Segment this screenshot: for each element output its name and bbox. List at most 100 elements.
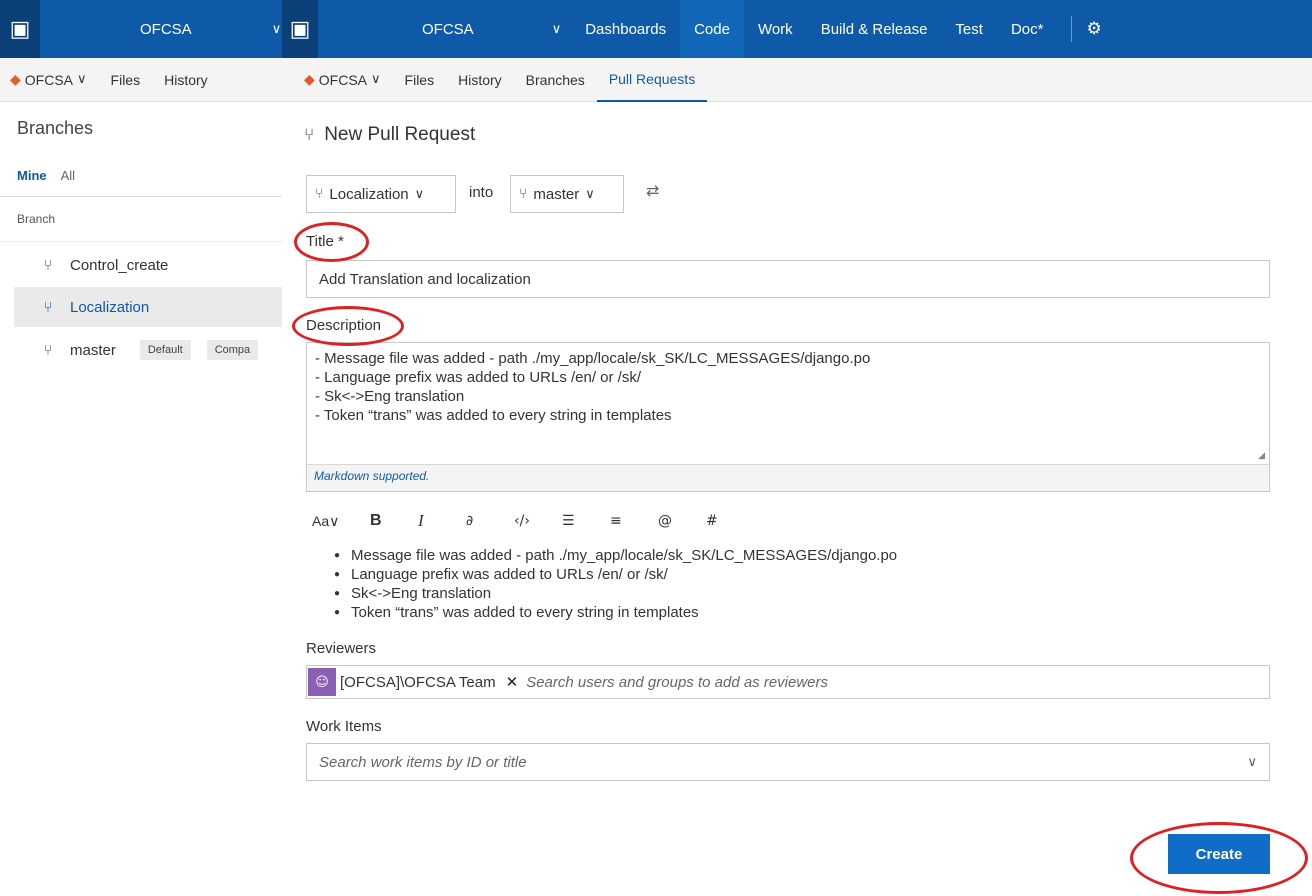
resize-grip-icon[interactable]: ◢ bbox=[1258, 451, 1265, 461]
settings-gear-icon[interactable]: ⚙ bbox=[1086, 19, 1101, 39]
repo-name: OFCSA bbox=[24, 71, 74, 88]
italic-button[interactable]: I bbox=[418, 509, 466, 533]
markdown-preview: ● Message file was added - path ./my_app/… bbox=[334, 546, 897, 622]
link-icon[interactable]: ∂ bbox=[466, 509, 514, 533]
numbered-list-icon[interactable]: ≡ bbox=[610, 509, 658, 533]
target-branch-name: master bbox=[533, 185, 580, 203]
description-line: - Sk<->Eng translation bbox=[315, 388, 465, 405]
background-window: ▣ OFCSA ∨ ◆ OFCSA ∨ Files History Branch… bbox=[0, 0, 282, 896]
compare-badge: Compa bbox=[206, 340, 259, 360]
hub-work[interactable]: Work bbox=[744, 0, 807, 58]
subnav-files[interactable]: Files bbox=[393, 58, 447, 102]
list-item: ● Sk<->Eng translation bbox=[334, 584, 897, 603]
source-branch-name: Localization bbox=[329, 185, 409, 203]
default-badge: Default bbox=[139, 340, 191, 360]
team-avatar-icon: ☺ bbox=[308, 668, 336, 696]
branch-icon: ⑂ bbox=[43, 256, 53, 274]
subnav-pull-requests[interactable]: Pull Requests bbox=[596, 58, 708, 102]
project-name[interactable]: OFCSA bbox=[422, 21, 474, 38]
chevron-down-icon[interactable]: ∨ bbox=[1247, 755, 1257, 770]
reviewers-label: Reviewers bbox=[306, 640, 377, 657]
branch-row-master[interactable]: ⑂ master Default Compa bbox=[14, 330, 282, 370]
bulleted-list-icon[interactable]: ☰ bbox=[562, 509, 610, 533]
chevron-down-icon: ∨ bbox=[371, 72, 381, 87]
list-item: ● Token “trans” was added to every string… bbox=[334, 603, 897, 622]
hub-doc[interactable]: Doc* bbox=[997, 0, 1058, 58]
hashtag-icon[interactable]: # bbox=[706, 509, 754, 533]
subnav-history[interactable]: History bbox=[446, 58, 514, 102]
hub-test[interactable]: Test bbox=[941, 0, 997, 58]
bullet-icon: ● bbox=[334, 607, 341, 618]
chevron-down-icon[interactable]: ∨ bbox=[552, 22, 562, 37]
subnav-branches[interactable]: Branches bbox=[514, 58, 597, 102]
code-icon[interactable]: ‹/› bbox=[514, 509, 562, 533]
swap-branches-icon[interactable]: ⇄ bbox=[646, 181, 659, 200]
list-item: ● Message file was added - path ./my_app/… bbox=[334, 546, 897, 565]
description-label: Description bbox=[306, 317, 382, 334]
reviewers-field: ☺ [OFCSA]\OFCSA Team ✕ bbox=[306, 665, 1270, 699]
branch-icon: ⑂ bbox=[43, 298, 53, 316]
list-item: ● Language prefix was added to URLs /en/ … bbox=[334, 565, 897, 584]
reviewers-search-input[interactable] bbox=[526, 673, 1127, 691]
work-items-search-input[interactable] bbox=[319, 753, 1119, 771]
main-window: ▣ OFCSA ∨ Dashboards Code Work Build & R… bbox=[282, 0, 1312, 896]
chevron-down-icon: ∨ bbox=[77, 72, 87, 87]
title-input[interactable] bbox=[306, 260, 1270, 298]
divider bbox=[0, 241, 282, 242]
hub-build-release[interactable]: Build & Release bbox=[807, 0, 942, 58]
title-label: Title * bbox=[306, 233, 344, 250]
pivot-mine[interactable]: Mine bbox=[17, 168, 47, 183]
description-line: - Message file was added - path ./my_app… bbox=[315, 350, 871, 367]
reviewer-chip: [OFCSA]\OFCSA Team bbox=[340, 673, 496, 691]
branch-pivot: Mine All bbox=[17, 168, 75, 183]
branch-row-localization[interactable]: ⑂ Localization bbox=[14, 287, 282, 327]
vsts-logo-icon[interactable]: ▣ bbox=[0, 0, 40, 58]
hub-code[interactable]: Code bbox=[680, 0, 744, 58]
into-label: into bbox=[469, 184, 494, 201]
divider bbox=[0, 196, 282, 197]
left-sub-nav: ◆ OFCSA ∨ Files History bbox=[0, 58, 282, 102]
remove-reviewer-icon[interactable]: ✕ bbox=[506, 673, 519, 691]
chevron-down-icon: ∨ bbox=[585, 186, 595, 202]
page-title: New Pull Request bbox=[324, 124, 476, 145]
list-item-text: Sk<->Eng translation bbox=[351, 585, 492, 602]
create-button[interactable]: Create bbox=[1168, 834, 1270, 874]
git-repo-icon: ◆ bbox=[304, 71, 315, 88]
project-name[interactable]: OFCSA bbox=[140, 21, 192, 38]
markdown-supported-link[interactable]: Markdown supported. bbox=[314, 469, 429, 483]
bullet-icon: ● bbox=[334, 550, 341, 561]
chevron-down-icon[interactable]: ∨ bbox=[272, 22, 282, 37]
branch-column-header: Branch bbox=[17, 212, 56, 226]
vsts-logo-icon[interactable]: ▣ bbox=[282, 0, 318, 58]
list-item-text: Language prefix was added to URLs /en/ o… bbox=[351, 566, 668, 583]
mention-icon[interactable]: @ bbox=[658, 509, 706, 533]
repo-dropdown[interactable]: ◆ OFCSA ∨ bbox=[0, 58, 99, 102]
subnav-files[interactable]: Files bbox=[99, 58, 153, 102]
branch-row-control-create[interactable]: ⑂ Control_create bbox=[14, 245, 282, 285]
list-item-text: Token “trans” was added to every string … bbox=[351, 604, 699, 621]
branch-icon: ⑂ bbox=[43, 341, 53, 359]
branch-icon: ⑂ bbox=[315, 186, 324, 202]
bold-button[interactable]: B bbox=[370, 509, 418, 533]
subnav-history[interactable]: History bbox=[152, 58, 220, 102]
page-title-row: ⑂ New Pull Request bbox=[304, 124, 475, 146]
chevron-down-icon: ∨ bbox=[414, 186, 425, 202]
description-line: - Language prefix was added to URLs /en/… bbox=[315, 369, 642, 386]
pivot-all[interactable]: All bbox=[61, 168, 75, 183]
branch-name: Control_create bbox=[70, 256, 169, 274]
description-textarea[interactable]: - Message file was added - path ./my_app… bbox=[307, 343, 1269, 465]
hub-dashboards[interactable]: Dashboards bbox=[571, 0, 680, 58]
list-item-text: Message file was added - path ./my_app/l… bbox=[351, 547, 898, 564]
work-items-label: Work Items bbox=[306, 718, 382, 735]
main-top-bar: ▣ OFCSA ∨ Dashboards Code Work Build & R… bbox=[282, 0, 1312, 58]
repo-dropdown[interactable]: ◆ OFCSA ∨ bbox=[282, 58, 393, 102]
git-repo-icon: ◆ bbox=[10, 71, 21, 88]
target-branch-dropdown[interactable]: ⑂ master ∨ bbox=[510, 175, 624, 213]
work-items-field: ∨ bbox=[306, 743, 1270, 781]
branches-title: Branches bbox=[17, 118, 94, 138]
heading-button[interactable]: Aa∨ bbox=[312, 509, 370, 533]
main-sub-nav: ◆ OFCSA ∨ Files History Branches Pull Re… bbox=[282, 58, 1312, 102]
source-branch-dropdown[interactable]: ⑂ Localization ∨ bbox=[306, 175, 456, 213]
bullet-icon: ● bbox=[334, 588, 341, 599]
branch-name: master bbox=[70, 341, 116, 359]
